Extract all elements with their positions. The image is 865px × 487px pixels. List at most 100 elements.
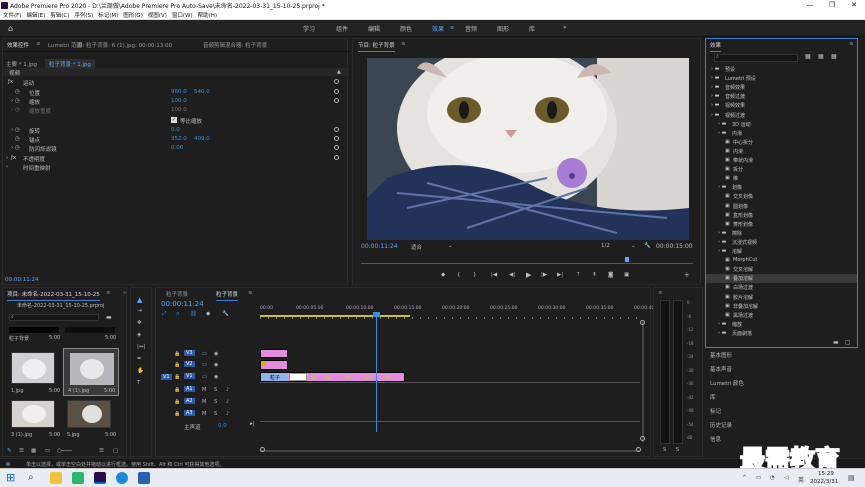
property-value-1[interactable]: 100.0 (171, 98, 187, 104)
effects-tree-item[interactable]: › ▬ 擦除 (706, 229, 857, 238)
program-scrubber[interactable] (361, 263, 693, 264)
expand-icon[interactable]: › (6, 164, 8, 170)
folder-expand-icon[interactable]: › ▬ (718, 121, 726, 127)
expand-icon[interactable]: › (11, 145, 13, 151)
panel-markers[interactable]: 标记 (710, 407, 721, 415)
premiere-taskbar-icon[interactable] (94, 472, 106, 484)
tray-network-icon[interactable]: ▭ (756, 475, 761, 481)
effect-preset-icon[interactable]: ▣ (725, 139, 730, 145)
effects-tree-item[interactable]: › ▬ 划像 (706, 183, 857, 192)
timeline-tab[interactable]: 粒子背景 (216, 290, 239, 301)
workspace-more[interactable]: » (563, 24, 567, 31)
solo-icon[interactable]: S (214, 411, 217, 417)
scroll-handle-icon[interactable] (640, 320, 645, 325)
stopwatch-icon[interactable]: ◷ (15, 136, 20, 142)
solo-left-button[interactable]: S (663, 447, 666, 453)
property-value-2[interactable]: 540.0 (194, 89, 210, 95)
workspace-graphics[interactable]: 图形 (497, 24, 509, 33)
delete-icon[interactable]: ▢ (845, 339, 851, 346)
effects-tree-item[interactable]: › ▬ Lumetri 预设 (706, 74, 857, 83)
effect-preset-icon[interactable]: ▣ (725, 266, 730, 272)
track-name[interactable]: V1 (184, 373, 195, 379)
tray-wifi-icon[interactable]: ◔ (770, 475, 775, 481)
effect-preset-icon[interactable]: ▣ (725, 175, 730, 181)
clip-v2[interactable] (260, 360, 288, 370)
camera-icon[interactable]: ◙ (608, 272, 613, 278)
master-track-value[interactable]: 0.0 (218, 423, 227, 429)
track-name[interactable]: A2 (184, 398, 195, 404)
add-button-icon[interactable]: + (684, 271, 690, 279)
mute-icon[interactable]: M (202, 411, 206, 417)
timeline-tab[interactable]: 粒子背景 (166, 290, 188, 298)
folder-expand-icon[interactable]: › ▬ (711, 75, 719, 81)
effects-tree-item[interactable]: ▣ 菱形划像 (706, 220, 857, 229)
workspace-color[interactable]: 颜色 (400, 24, 412, 33)
notification-icon[interactable]: ▤ (848, 474, 855, 482)
project-item[interactable]: 4 (1).jpg 5:00 (63, 348, 119, 396)
property-value-1[interactable]: 0.0 (171, 127, 180, 133)
compare-icon[interactable]: ▣ (624, 272, 629, 278)
eye-icon[interactable]: ◉ (214, 362, 218, 368)
new-bin-icon[interactable]: ▬ (106, 314, 112, 321)
home-icon[interactable]: ⌂ (8, 24, 13, 33)
scroll-handle-icon[interactable] (636, 447, 641, 452)
ec-timecode[interactable]: 00:00:11:24 (5, 277, 39, 283)
extract-icon[interactable]: ⇞ (592, 272, 597, 278)
mark-out-icon[interactable]: } (473, 272, 477, 278)
menu-marker[interactable]: 标记(M) (98, 11, 118, 19)
go-to-out-icon[interactable]: ▶| (557, 272, 563, 278)
icon-view-icon[interactable]: ▦ (31, 448, 36, 454)
workspace-audio[interactable]: 音频 (465, 24, 477, 33)
panel-menu-icon[interactable]: ≡ (248, 290, 253, 296)
track-header[interactable]: 🔒 A3 M S ♪ (156, 410, 260, 420)
menu-help[interactable]: 帮助(H) (198, 11, 217, 19)
folder-expand-icon[interactable]: › ▬ (718, 321, 726, 327)
solo-right-button[interactable]: S (676, 447, 679, 453)
effects-tree-item[interactable]: ▣ 叠加溶解 (706, 274, 857, 284)
play-icon[interactable]: ▶ (526, 271, 531, 279)
menu-graphics[interactable]: 图形(G) (123, 11, 143, 19)
reset-icon[interactable] (334, 89, 339, 94)
effects-tree-item[interactable]: ▣ 交叉溶解 (706, 265, 857, 274)
eye-icon[interactable]: ◉ (214, 374, 218, 380)
effects-tree-item[interactable]: ▣ 带状内滑 (706, 156, 857, 165)
zoom-slider[interactable]: ○─── (57, 448, 72, 454)
effects-tree-item[interactable]: ▣ 中心拆分 (706, 138, 857, 147)
menu-clip[interactable]: 剪辑(C) (50, 11, 69, 19)
effects-tree-item[interactable]: ▣ 内滑 (706, 147, 857, 156)
chevron-down-icon[interactable]: ⌄ (448, 243, 453, 249)
property-value-1[interactable]: 352.0 (171, 136, 187, 142)
track-header[interactable]: 🔒 V3 ▭ ◉ (156, 350, 260, 360)
effect-preset-icon[interactable]: ▣ (725, 312, 730, 318)
effects-tree-item[interactable]: › ▬ 音频过渡 (706, 92, 857, 101)
effect-preset-icon[interactable]: ▣ (725, 157, 730, 163)
selection-tool-icon[interactable]: ▲ (137, 296, 142, 304)
mic-icon[interactable]: ♪ (226, 387, 229, 393)
effects-tree-item[interactable]: › ▬ 缩放 (706, 320, 857, 329)
tab-audio-clip-mixer[interactable]: 音频剪辑混合器: 粒子背景 (203, 41, 267, 49)
minimize-button[interactable]: — (799, 0, 821, 11)
eye-icon[interactable]: ◉ (214, 351, 218, 357)
property-value-2[interactable]: 409.0 (194, 136, 210, 142)
master-go-end-icon[interactable]: ▸| (250, 421, 255, 427)
project-item[interactable]: 1.jpg 5:00 (9, 350, 63, 396)
panel-info[interactable]: 信息 (710, 435, 721, 443)
lock-icon[interactable]: 🔒 (174, 387, 180, 393)
effect-preset-icon[interactable]: ▣ (725, 193, 730, 199)
effects-tree-item[interactable]: ▣ MorphCut (706, 256, 857, 265)
pen-tool-icon[interactable]: ✒ (137, 356, 142, 362)
mute-icon[interactable]: M (202, 387, 206, 393)
folder-expand-icon[interactable]: › ▬ (718, 248, 726, 254)
timeline-horizontal-scrollbar[interactable] (260, 450, 640, 452)
clip-v3[interactable] (260, 349, 288, 358)
folder-expand-icon[interactable]: › ▬ (718, 130, 726, 136)
reset-icon[interactable] (334, 98, 339, 103)
program-timecode[interactable]: 00:00:11:24 (361, 243, 398, 250)
razor-tool-icon[interactable]: ◈ (137, 332, 141, 338)
list-view-icon[interactable]: ☰ (19, 448, 24, 454)
folder-expand-icon[interactable]: › ▬ (711, 93, 719, 99)
sync-icon[interactable]: ▭ (202, 374, 207, 380)
effects-tree-item[interactable]: ▣ 拆分 (706, 165, 857, 174)
slip-tool-icon[interactable]: |↔| (137, 344, 145, 350)
fit-dropdown[interactable]: 适合 (411, 243, 422, 251)
